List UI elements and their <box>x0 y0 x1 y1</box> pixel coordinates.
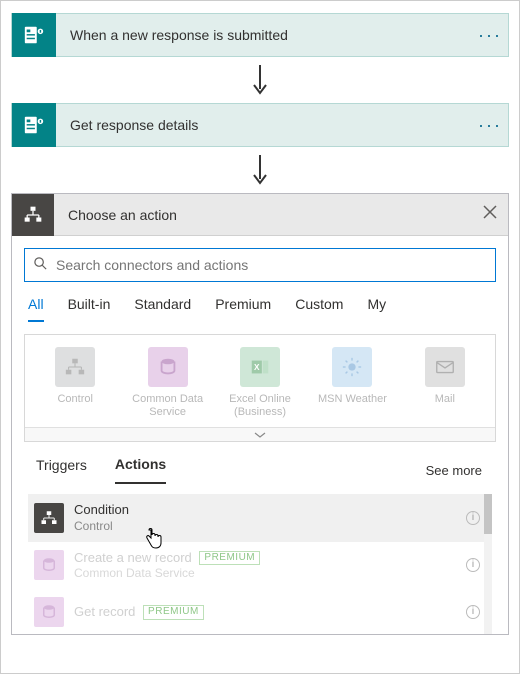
action-title: Create a new record PREMIUM <box>74 550 456 566</box>
step-title: Get response details <box>56 117 478 133</box>
close-button[interactable] <box>472 205 508 224</box>
scrollbar[interactable] <box>484 494 492 634</box>
action-type-tabs: Triggers Actions See more <box>28 456 492 484</box>
more-button[interactable]: ··· <box>478 25 508 46</box>
connector-msn-weather[interactable]: MSN Weather <box>316 347 388 406</box>
info-icon[interactable]: i <box>466 558 480 572</box>
action-item-create-record[interactable]: Create a new record PREMIUM Common Data … <box>28 542 492 589</box>
premium-badge: PREMIUM <box>143 605 204 620</box>
action-title: Get record PREMIUM <box>74 604 456 620</box>
see-more-link[interactable]: See more <box>426 463 482 478</box>
tab-all[interactable]: All <box>28 296 44 322</box>
connector-label: Excel Online (Business) <box>224 393 296 419</box>
action-subtitle: Common Data Service <box>74 566 456 581</box>
connector-label: MSN Weather <box>316 393 388 406</box>
connector-label: Mail <box>409 393 481 406</box>
forms-icon <box>12 103 56 147</box>
search-input[interactable] <box>54 256 487 274</box>
control-icon <box>34 503 64 533</box>
action-item-get-record[interactable]: Get record PREMIUM i <box>28 589 492 635</box>
connector-mail[interactable]: Mail <box>409 347 481 406</box>
control-icon <box>12 194 54 236</box>
action-item-condition[interactable]: Condition Control i <box>28 494 492 541</box>
tab-standard[interactable]: Standard <box>134 296 191 322</box>
choose-header: Choose an action <box>12 194 508 236</box>
action-subtitle: Control <box>74 519 456 534</box>
info-icon[interactable]: i <box>466 605 480 619</box>
step-title: When a new response is submitted <box>56 27 478 43</box>
connector-control[interactable]: Control <box>39 347 111 406</box>
category-tabs: All Built-in Standard Premium Custom My <box>24 296 496 322</box>
connectors-panel: Control Common Data Service X Excel Onli… <box>24 334 496 442</box>
database-icon <box>34 550 64 580</box>
database-icon <box>34 597 64 627</box>
connector-cds[interactable]: Common Data Service <box>131 347 203 419</box>
tab-built-in[interactable]: Built-in <box>68 296 111 322</box>
info-icon[interactable]: i <box>466 511 480 525</box>
premium-badge: PREMIUM <box>199 551 260 566</box>
connector-label: Common Data Service <box>131 393 203 419</box>
action-title: Condition <box>74 502 456 518</box>
scrollbar-thumb[interactable] <box>484 494 492 534</box>
expand-connectors[interactable] <box>25 427 495 441</box>
tab-premium[interactable]: Premium <box>215 296 271 322</box>
connector-arrow <box>11 63 509 97</box>
svg-text:X: X <box>254 363 260 372</box>
flow-step-trigger[interactable]: When a new response is submitted ··· <box>11 13 509 57</box>
connector-arrow <box>11 153 509 187</box>
search-box[interactable] <box>24 248 496 282</box>
tab-actions[interactable]: Actions <box>115 456 166 484</box>
connector-excel[interactable]: X Excel Online (Business) <box>224 347 296 419</box>
action-list: Condition Control i Create a new record … <box>28 494 492 634</box>
tab-triggers[interactable]: Triggers <box>36 457 87 483</box>
choose-action-panel: Choose an action All Built-in Standard P… <box>11 193 509 635</box>
tab-my[interactable]: My <box>367 296 386 322</box>
more-button[interactable]: ··· <box>478 115 508 136</box>
choose-title: Choose an action <box>54 207 472 223</box>
connector-label: Control <box>39 393 111 406</box>
search-icon <box>33 256 48 274</box>
tab-custom[interactable]: Custom <box>295 296 343 322</box>
forms-icon <box>12 13 56 57</box>
flow-step-action[interactable]: Get response details ··· <box>11 103 509 147</box>
